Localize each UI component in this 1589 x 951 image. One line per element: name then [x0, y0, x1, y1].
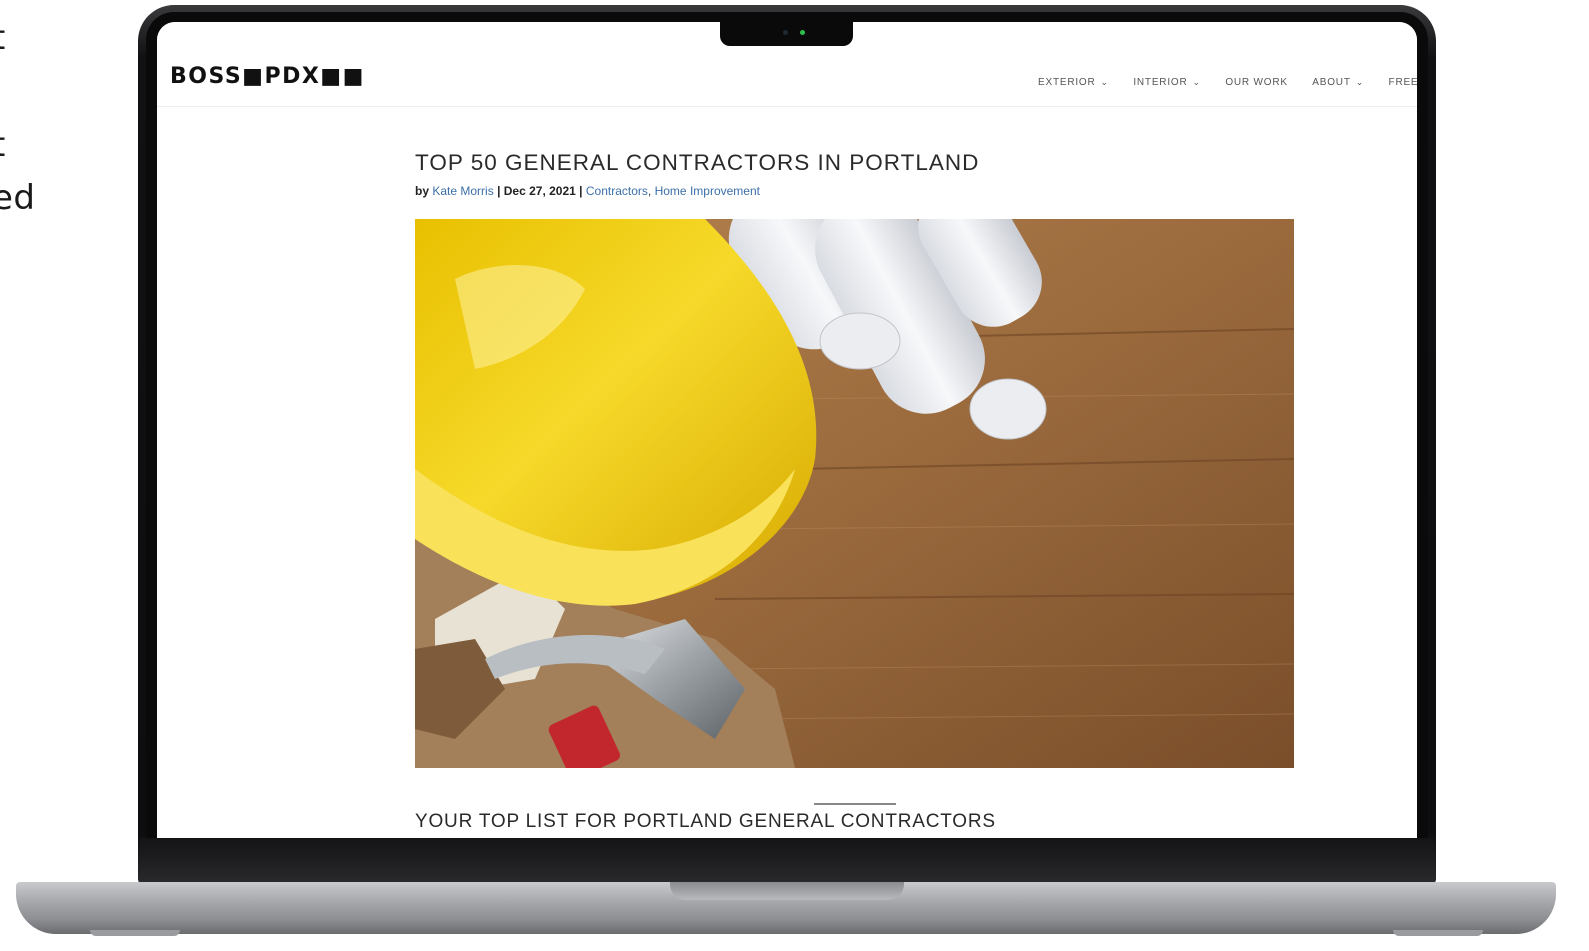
nav-item-interior[interactable]: INTERIOR ⌄	[1133, 77, 1201, 88]
post-title: TOP 50 GENERAL CONTRACTORS IN PORTLAND	[415, 150, 980, 175]
camera-icon	[783, 30, 788, 35]
main-nav: EXTERIOR ⌄ INTERIOR ⌄ OUR WORK ABOUT ⌄ FREE…	[1038, 72, 1417, 90]
nav-item-label: EXTERIOR	[1038, 77, 1096, 88]
site-logo[interactable]: BOSS■PDX■■	[170, 64, 365, 89]
featured-image	[415, 219, 1294, 768]
category-link-contractors[interactable]: Contractors	[586, 184, 648, 198]
chevron-down-icon: ⌄	[1100, 77, 1109, 87]
laptop-screen: BOSS■PDX■■ EXTERIOR ⌄ INTERIOR ⌄ OUR WORK …	[157, 22, 1417, 838]
author-link[interactable]: Kate Morris	[432, 184, 493, 198]
post-meta: by Kate Morris | Dec 27, 2021 | Contract…	[415, 184, 760, 198]
nav-item-our-work[interactable]: OUR WORK	[1225, 77, 1288, 88]
meta-separator: |	[497, 184, 501, 198]
meta-separator: |	[579, 184, 583, 198]
chevron-down-icon: ⌄	[1192, 77, 1201, 87]
edge-text-2: t	[0, 125, 6, 165]
meta-comma: ,	[647, 184, 652, 198]
nav-item-label: FREE ESTIM	[1388, 77, 1417, 88]
laptop-hinge-notch	[670, 882, 904, 900]
laptop-bottom-bezel	[140, 838, 1434, 884]
nav-item-label: INTERIOR	[1133, 77, 1188, 88]
nav-item-exterior[interactable]: EXTERIOR ⌄	[1038, 77, 1109, 88]
edge-text-1: t	[0, 18, 6, 58]
category-link-home-improvement[interactable]: Home Improvement	[655, 184, 760, 198]
section-heading: YOUR TOP LIST FOR PORTLAND GENERAL CONTR…	[415, 811, 996, 832]
camera-notch	[720, 22, 853, 46]
nav-item-free-estimate[interactable]: FREE ESTIM	[1389, 77, 1417, 88]
camera-led-icon	[800, 30, 805, 35]
edge-text-3: ed	[0, 178, 36, 218]
laptop-foot	[90, 930, 180, 936]
laptop-foot	[1393, 930, 1483, 936]
section-divider	[814, 803, 896, 805]
nav-item-label: OUR WORK	[1225, 77, 1288, 88]
chevron-down-icon: ⌄	[1355, 77, 1365, 87]
nav-item-label: ABOUT	[1312, 77, 1351, 88]
meta-by: by	[415, 184, 430, 198]
hero-illustration	[415, 219, 1294, 768]
post-date: Dec 27, 2021	[503, 184, 576, 198]
nav-item-about[interactable]: ABOUT ⌄	[1312, 77, 1364, 88]
